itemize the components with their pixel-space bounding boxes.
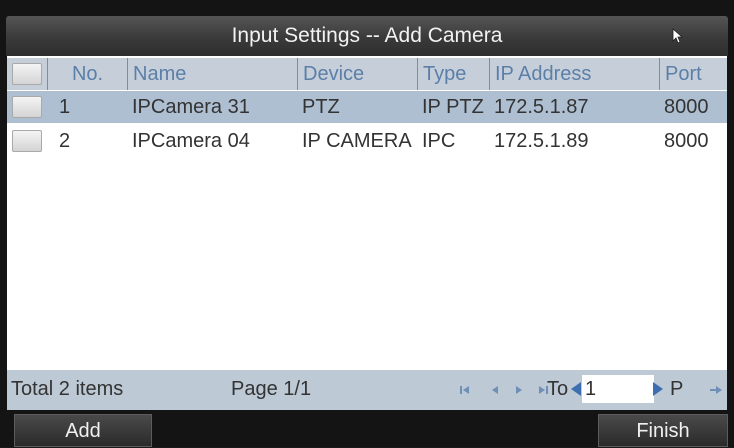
row-checkbox-cell[interactable] [7,91,47,123]
cell-ip-address: 172.5.1.89 [494,130,589,152]
pagination-bar: Total 2 items Page 1/1 To 1 P [7,370,727,410]
select-all-checkbox[interactable] [12,63,42,85]
cell-type: IPC [422,130,456,152]
column-header-device[interactable]: Device [297,58,417,90]
column-header-name[interactable]: Name [127,58,297,90]
mouse-cursor-icon [672,28,684,44]
cell-name: IPCamera 31 [132,96,250,118]
cell-no: 1 [59,96,71,118]
column-header-ip-address[interactable]: IP Address [489,58,659,90]
dialog-title: Input Settings -- Add Camera [231,24,503,47]
increment-arrow-icon[interactable] [653,382,663,396]
cell-no: 2 [59,130,71,152]
cell-name: IPCamera 04 [132,130,250,152]
page-indicator: Page 1/1 [231,378,312,400]
column-header-type[interactable]: Type [417,58,489,90]
top-strip [0,0,734,16]
column-header-port[interactable]: Port [659,58,727,90]
finish-button[interactable]: Finish [598,414,728,447]
page-suffix-label: P [670,378,684,400]
table-header-row: No. Name Device Type IP Address Port [7,58,727,90]
cell-port: 8000 [664,130,709,152]
button-bar: Add Finish [0,412,734,447]
cell-ip-address: 172.5.1.87 [494,96,589,118]
cell-device: IP CAMERA [302,130,412,152]
dialog-window: Input Settings -- Add Camera No. Name De… [0,0,734,447]
next-page-icon[interactable] [513,384,525,396]
row-checkbox[interactable] [12,130,42,152]
add-button[interactable]: Add [14,414,152,447]
go-arrow-icon[interactable] [709,384,723,396]
table-row[interactable]: 1 IPCamera 31 PTZ IP PTZ 172.5.1.87 8000 [7,91,727,123]
page-number-value: 1 [585,378,597,400]
goto-page-label: To [547,378,569,400]
cell-port: 8000 [664,96,709,118]
page-number-input[interactable]: 1 [571,375,671,403]
row-checkbox[interactable] [12,96,42,118]
row-checkbox-cell[interactable] [7,125,47,157]
cell-type: IP PTZ [422,96,484,118]
total-items-label: Total 2 items [11,378,124,400]
title-bar: Input Settings -- Add Camera [6,16,728,56]
camera-table: No. Name Device Type IP Address Port 1 I… [7,56,727,370]
select-all-cell[interactable] [7,58,47,90]
column-header-no[interactable]: No. [47,58,127,90]
first-page-icon[interactable] [459,384,471,396]
table-row[interactable]: 2 IPCamera 04 IP CAMERA IPC 172.5.1.89 8… [7,125,727,157]
decrement-arrow-icon[interactable] [571,382,581,396]
previous-page-icon[interactable] [489,384,501,396]
cell-device: PTZ [302,96,340,118]
